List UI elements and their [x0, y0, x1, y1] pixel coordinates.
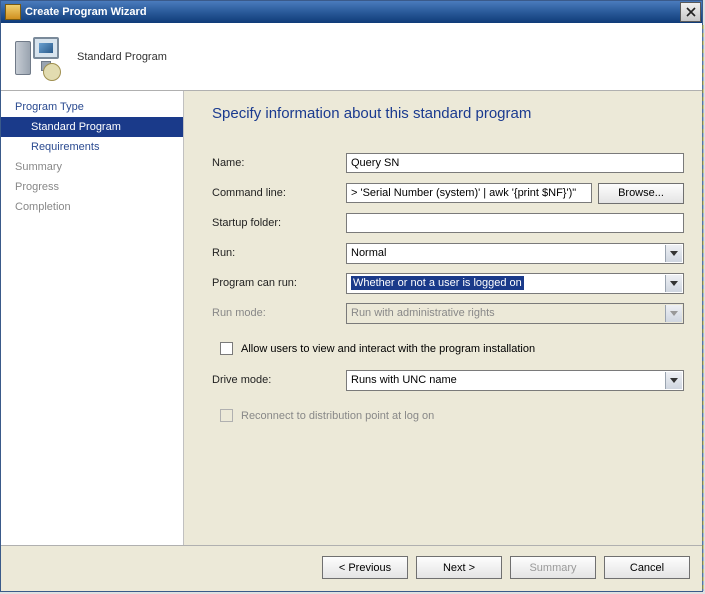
nav-completion[interactable]: Completion — [1, 197, 183, 217]
close-button[interactable] — [680, 2, 701, 22]
cancel-button[interactable]: Cancel — [604, 556, 690, 579]
cmd-label: Command line: — [212, 187, 346, 199]
nav-progress[interactable]: Progress — [1, 177, 183, 197]
canrun-select[interactable]: Whether or not a user is logged on — [346, 273, 684, 294]
nav-standard-program[interactable]: Standard Program — [1, 117, 183, 137]
computer-icon — [15, 35, 59, 79]
name-input[interactable] — [346, 153, 684, 173]
page-title: Specify information about this standard … — [212, 105, 684, 122]
footer: < Previous Next > Summary Cancel — [1, 545, 702, 591]
app-icon — [5, 4, 21, 20]
name-label: Name: — [212, 157, 346, 169]
allow-checkbox[interactable] — [220, 342, 233, 355]
summary-button: Summary — [510, 556, 596, 579]
runmode-select-value: Run with administrative rights — [351, 307, 495, 319]
previous-button[interactable]: < Previous — [322, 556, 408, 579]
banner: Standard Program — [1, 23, 702, 91]
next-button[interactable]: Next > — [416, 556, 502, 579]
titlebar[interactable]: Create Program Wizard — [1, 1, 702, 23]
window-title: Create Program Wizard — [25, 6, 147, 18]
startup-label: Startup folder: — [212, 217, 346, 229]
nav-requirements[interactable]: Requirements — [1, 137, 183, 157]
run-select[interactable]: Normal — [346, 243, 684, 264]
body: Program Type Standard Program Requiremen… — [1, 91, 702, 545]
canrun-select-value: Whether or not a user is logged on — [351, 276, 524, 290]
run-select-value: Normal — [351, 247, 386, 259]
reconnect-label: Reconnect to distribution point at log o… — [241, 410, 434, 422]
cmd-input[interactable] — [346, 183, 592, 203]
canrun-label: Program can run: — [212, 277, 346, 289]
chevron-down-icon — [665, 372, 682, 389]
run-label: Run: — [212, 247, 346, 259]
runmode-label: Run mode: — [212, 307, 346, 319]
chevron-down-icon — [665, 275, 682, 292]
browse-button[interactable]: Browse... — [598, 183, 684, 204]
runmode-select: Run with administrative rights — [346, 303, 684, 324]
drive-label: Drive mode: — [212, 374, 346, 386]
drive-select-value: Runs with UNC name — [351, 374, 457, 386]
window-edge — [702, 25, 704, 591]
chevron-down-icon — [665, 245, 682, 262]
startup-input[interactable] — [346, 213, 684, 233]
drive-select[interactable]: Runs with UNC name — [346, 370, 684, 391]
wizard-window: Create Program Wizard Standard Program P… — [0, 0, 703, 592]
allow-label: Allow users to view and interact with th… — [241, 343, 535, 355]
reconnect-checkbox — [220, 409, 233, 422]
banner-title: Standard Program — [77, 51, 167, 63]
nav-summary[interactable]: Summary — [1, 157, 183, 177]
main-panel: Specify information about this standard … — [184, 91, 702, 545]
close-icon — [686, 7, 696, 17]
nav-program-type[interactable]: Program Type — [1, 97, 183, 117]
chevron-down-icon — [665, 305, 682, 322]
sidebar: Program Type Standard Program Requiremen… — [1, 91, 184, 545]
